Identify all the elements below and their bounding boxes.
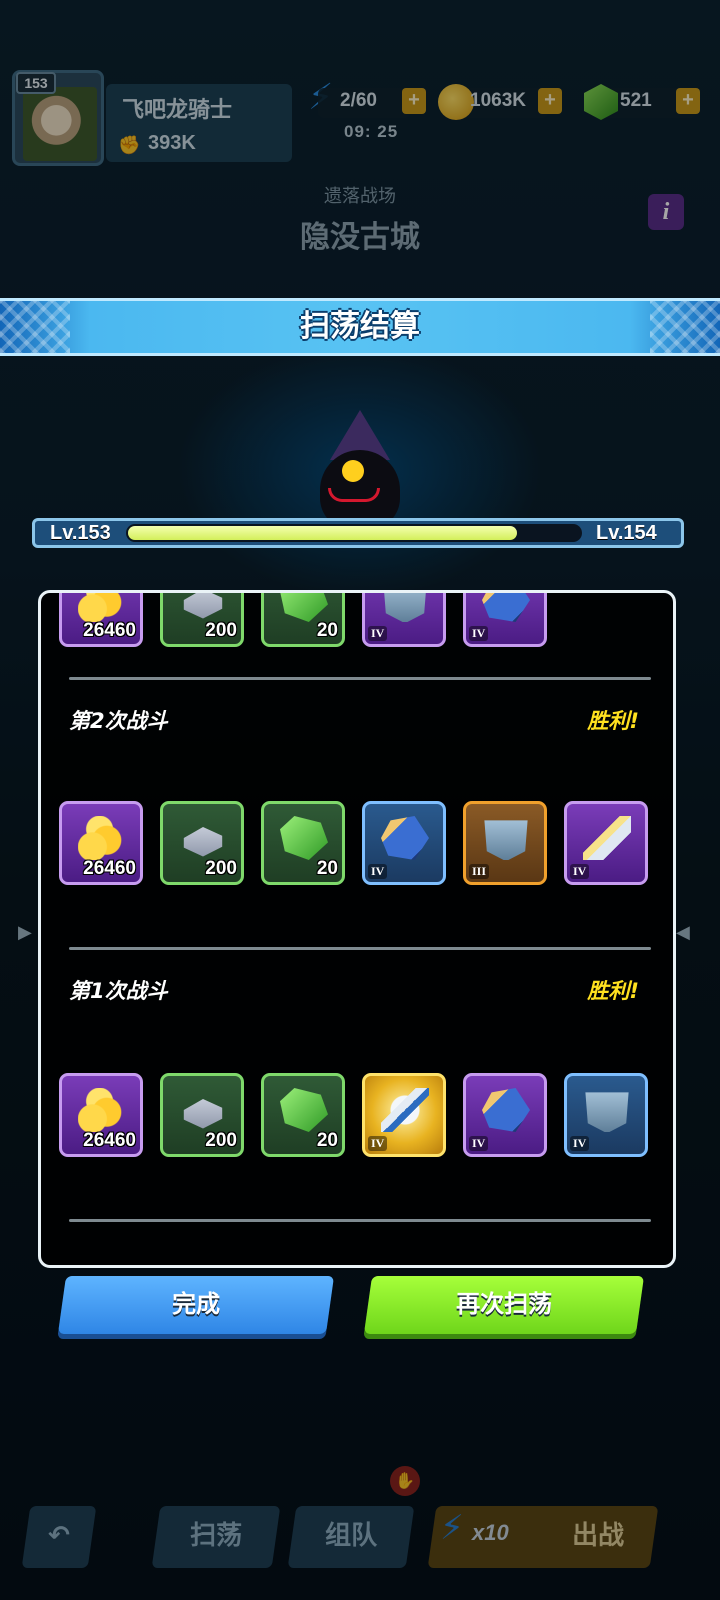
xp-bar-fill xyxy=(128,526,517,540)
reward-item-gem[interactable]: 20 xyxy=(261,593,345,647)
monster-mouth xyxy=(328,488,380,502)
reward-item-glove[interactable]: IV xyxy=(362,801,446,885)
reward-quantity: 200 xyxy=(205,858,237,879)
reward-tier: IV xyxy=(368,864,388,879)
axe-icon xyxy=(381,1088,429,1132)
done-button[interactable]: 完成 xyxy=(57,1276,335,1334)
reward-tier: III xyxy=(469,864,490,879)
reward-item-gem[interactable]: 20 xyxy=(261,801,345,885)
battle-divider xyxy=(69,947,651,950)
reward-quantity: 26460 xyxy=(83,620,136,641)
reward-quantity: 26460 xyxy=(83,1130,136,1151)
reward-tier: IV xyxy=(570,1136,590,1151)
reward-quantity: 200 xyxy=(205,620,237,641)
sweep-results-panel[interactable]: 26460 200 20 IV IV 第2次战斗 胜利! 26460 200 20 IV III IV 第… xyxy=(38,590,676,1268)
reward-item-gem[interactable]: 20 xyxy=(261,1073,345,1157)
reward-item-glove[interactable]: IV xyxy=(463,593,547,647)
sword-icon xyxy=(583,816,631,860)
reward-item-gold[interactable]: 26460 xyxy=(59,801,143,885)
reward-quantity: 26460 xyxy=(83,858,136,879)
reward-tier: IV xyxy=(570,864,590,879)
sweep-again-label: 再次扫荡 xyxy=(456,1290,553,1318)
reward-quantity: 20 xyxy=(316,620,338,641)
reward-quantity: 200 xyxy=(205,1130,237,1151)
reward-tier: IV xyxy=(469,1136,489,1151)
reward-tier: IV xyxy=(368,1136,388,1151)
gem-icon xyxy=(280,593,328,622)
gem-icon xyxy=(280,1088,328,1132)
reward-item-armor[interactable]: III xyxy=(463,801,547,885)
xp-level-to: Lv.154 xyxy=(596,522,657,544)
reward-tier: IV xyxy=(469,626,489,641)
reward-quantity: 20 xyxy=(316,858,338,879)
reward-item-armor[interactable]: IV xyxy=(362,593,446,647)
xp-level-from: Lv.153 xyxy=(50,522,111,544)
battle-divider xyxy=(69,677,651,680)
armor-icon xyxy=(585,1092,629,1132)
gold-icon xyxy=(78,593,126,622)
glove-icon xyxy=(482,593,530,622)
gem-icon xyxy=(280,816,328,860)
monster-eye xyxy=(342,460,364,482)
battle-label: 第2次战斗 xyxy=(69,709,168,733)
reward-item-glove[interactable]: IV xyxy=(463,1073,547,1157)
glove-icon xyxy=(482,1088,530,1132)
gold-icon xyxy=(78,816,126,860)
reward-item-iron[interactable]: 200 xyxy=(160,593,244,647)
reward-tier: IV xyxy=(368,626,388,641)
sweep-again-button[interactable]: 再次扫荡 xyxy=(363,1276,645,1334)
reward-item-iron[interactable]: 200 xyxy=(160,801,244,885)
reward-item-gold[interactable]: 26460 xyxy=(59,1073,143,1157)
gold-icon xyxy=(78,1088,126,1132)
armor-icon xyxy=(484,820,528,860)
iron-icon xyxy=(183,1099,223,1129)
reward-item-iron[interactable]: 200 xyxy=(160,1073,244,1157)
boss-monster xyxy=(300,410,420,530)
battle-label: 第1次战斗 xyxy=(69,979,168,1003)
reward-item-sword[interactable]: IV xyxy=(564,801,648,885)
dialog-title: 扫荡结算 xyxy=(300,309,420,344)
battle-result: 胜利! xyxy=(587,979,639,1003)
armor-icon xyxy=(383,593,427,622)
reward-quantity: 20 xyxy=(316,1130,338,1151)
iron-icon xyxy=(183,593,223,619)
reward-item-axe[interactable]: IV xyxy=(362,1073,446,1157)
done-label: 完成 xyxy=(172,1290,221,1318)
iron-icon xyxy=(183,827,223,857)
battle-divider xyxy=(69,1219,651,1222)
reward-item-armor[interactable]: IV xyxy=(564,1073,648,1157)
battle-result: 胜利! xyxy=(587,709,639,733)
glove-icon xyxy=(381,816,429,860)
reward-item-gold[interactable]: 26460 xyxy=(59,593,143,647)
